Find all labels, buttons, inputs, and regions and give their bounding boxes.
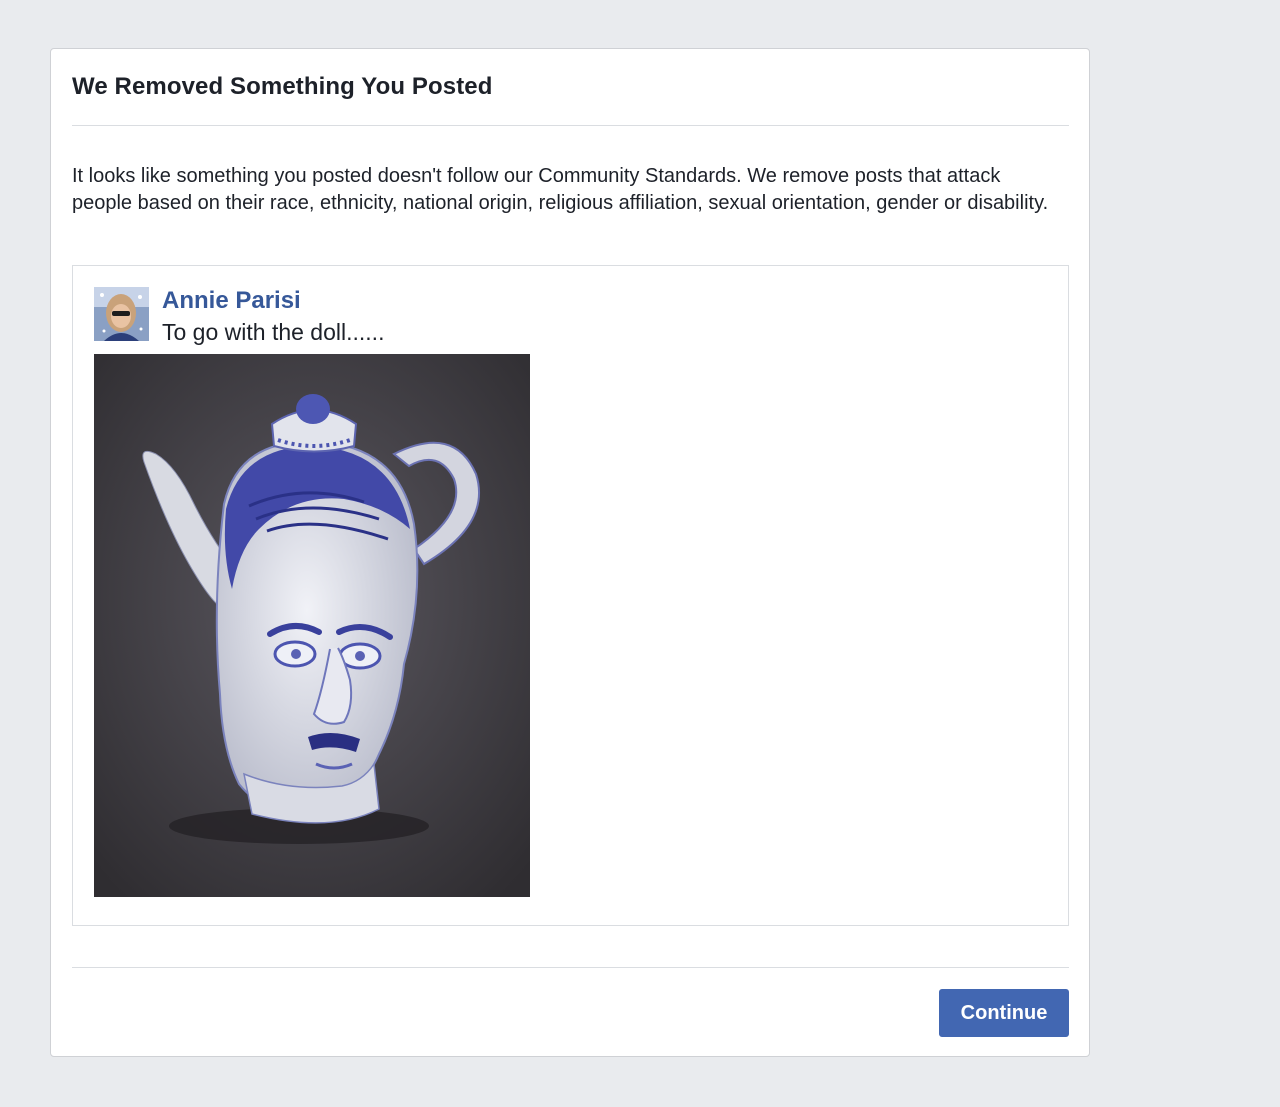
- continue-button[interactable]: Continue: [939, 989, 1069, 1037]
- dialog-title: We Removed Something You Posted: [72, 73, 493, 100]
- avatar-icon[interactable]: [94, 287, 149, 341]
- removed-post-preview: Annie Parisi To go with the doll......: [72, 265, 1069, 926]
- title-divider: [72, 125, 1069, 126]
- post-author-link[interactable]: Annie Parisi: [162, 287, 301, 315]
- post-image-illustration: [94, 354, 530, 897]
- removal-message: It looks like something you posted doesn…: [72, 165, 1049, 214]
- removed-post-dialog: We Removed Something You Posted It looks…: [50, 48, 1090, 1057]
- photo-icon[interactable]: [94, 354, 530, 897]
- post-text: To go with the doll......: [162, 319, 385, 345]
- avatar-image: [94, 287, 149, 341]
- footer-divider: [72, 967, 1069, 968]
